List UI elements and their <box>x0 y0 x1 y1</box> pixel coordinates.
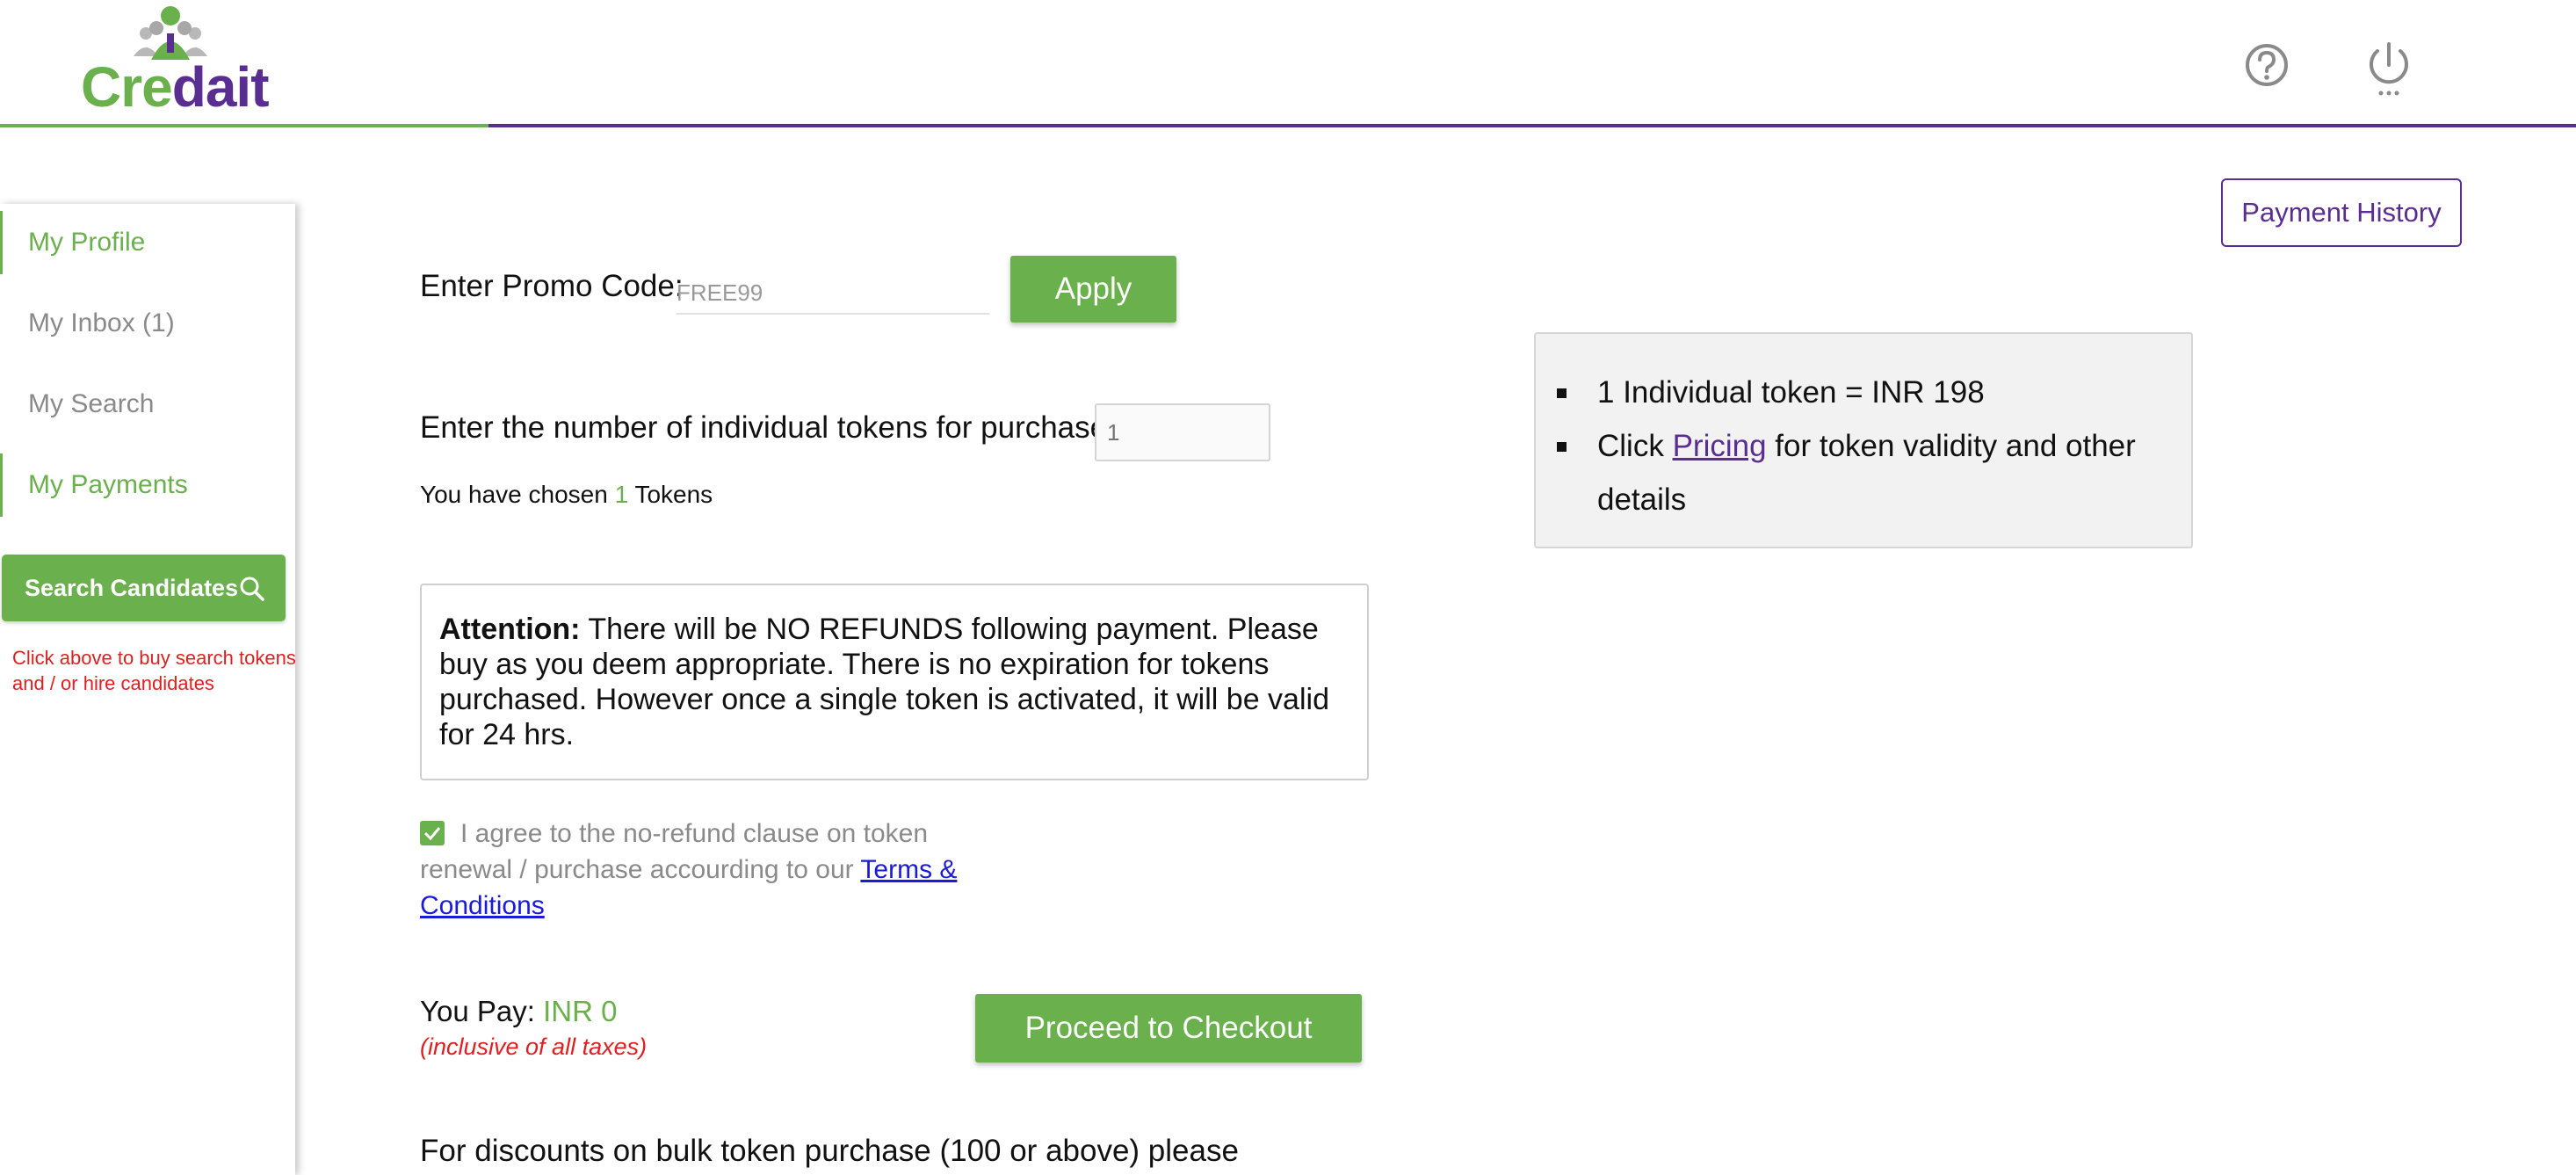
search-candidates-button[interactable]: Search Candidates <box>2 555 286 621</box>
promo-code-input[interactable] <box>677 272 989 315</box>
bulk-discount-text: For discounts on bulk token purchase (10… <box>420 1134 1239 1168</box>
attention-notice: Attention: There will be NO REFUNDS foll… <box>420 584 1369 780</box>
header: Credait <box>0 0 2576 128</box>
checkmark-icon <box>423 827 441 841</box>
token-info-box: 1 Individual token = INR 198 Click Prici… <box>1534 332 2193 548</box>
attention-heading: Attention: <box>439 613 581 646</box>
sidebar: My Profile My Inbox (1) My Search My Pay… <box>0 204 296 1175</box>
search-tokens-note: Click above to buy search tokens and / o… <box>12 647 296 694</box>
tokens-count-label: Enter the number of individual tokens fo… <box>420 410 1108 445</box>
proceed-to-checkout-button[interactable]: Proceed to Checkout <box>975 994 1362 1063</box>
header-divider-purple <box>488 124 2576 127</box>
sidebar-item-my-inbox[interactable]: My Inbox (1) <box>0 292 295 355</box>
sidebar-item-my-payments[interactable]: My Payments <box>0 453 295 517</box>
agree-checkbox[interactable] <box>420 821 445 845</box>
promo-code-label: Enter Promo Code: <box>420 269 684 303</box>
apply-promo-button[interactable]: Apply <box>1010 256 1176 323</box>
agree-terms: I agree to the no-refund clause on token… <box>420 816 982 924</box>
search-icon <box>240 577 264 601</box>
token-price-item: 1 Individual token = INR 198 <box>1553 366 2168 419</box>
tax-note: (inclusive of all taxes) <box>420 1034 648 1060</box>
pricing-info-item: Click Pricing for token validity and oth… <box>1553 419 2168 526</box>
pay-amount: INR 0 <box>543 995 618 1027</box>
credait-logo[interactable]: Credait <box>81 4 269 119</box>
search-candidates-label: Search Candidates <box>25 575 239 601</box>
power-icon[interactable] <box>2363 40 2414 98</box>
payment-history-button[interactable]: Payment History <box>2221 178 2462 247</box>
header-divider-green <box>0 124 488 127</box>
sidebar-item-my-search[interactable]: My Search <box>0 373 295 436</box>
help-circle-icon[interactable] <box>2244 42 2290 88</box>
chosen-tokens-text: You have chosen 1 Tokens <box>420 481 713 508</box>
logo-wordmark: Credait <box>81 55 269 119</box>
agree-text: I agree to the no-refund clause on token… <box>420 819 929 884</box>
you-pay-text: You Pay: INR 0 <box>420 995 618 1027</box>
sidebar-item-my-profile[interactable]: My Profile <box>0 211 295 274</box>
chosen-tokens-count: 1 <box>614 481 629 508</box>
tokens-count-input[interactable] <box>1095 403 1270 461</box>
pricing-link[interactable]: Pricing <box>1673 429 1767 463</box>
